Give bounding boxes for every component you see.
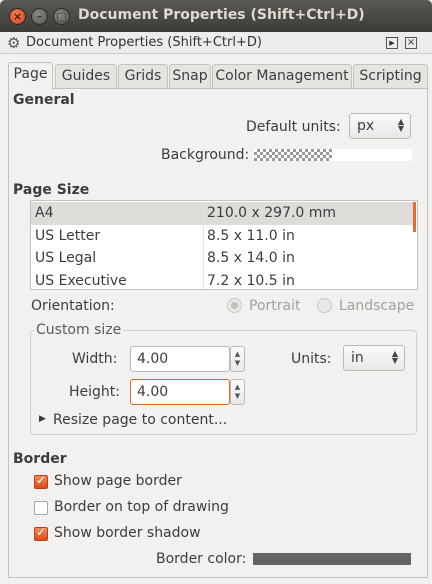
- window-minimize-button[interactable]: –: [31, 8, 48, 25]
- page-size-dimensions: 8.5 x 11.0 in: [207, 228, 295, 244]
- background-color-button[interactable]: [254, 149, 412, 161]
- page-size-dimensions: 7.2 x 10.5 in: [207, 273, 295, 289]
- tab-guides[interactable]: Guides: [55, 64, 117, 88]
- page-size-name: A4: [35, 205, 54, 221]
- tab-page[interactable]: Page: [8, 62, 53, 90]
- border-color-label: Border color:: [156, 551, 247, 567]
- column-separator: [203, 225, 204, 248]
- column-separator: [203, 202, 204, 225]
- expander-arrow-icon[interactable]: ▶: [39, 414, 46, 424]
- page-size-dimensions: 8.5 x 14.0 in: [207, 250, 295, 266]
- background-label: Background:: [161, 147, 250, 163]
- border-heading: Border: [13, 451, 67, 467]
- radio-dot: [231, 302, 238, 309]
- tab-bar: Page Guides Grids Snap Color Management …: [8, 62, 428, 90]
- dock-float-button[interactable]: ▶: [386, 37, 398, 49]
- window-maximize-button[interactable]: □: [53, 8, 70, 25]
- dock-header: ⚙ Document Properties (Shift+Ctrl+D) ▶ ×: [0, 32, 432, 54]
- page-size-list[interactable]: A4 210.0 x 297.0 mm US Letter 8.5 x 11.0…: [30, 200, 418, 290]
- width-label: Width:: [72, 351, 118, 367]
- dock-title: Document Properties (Shift+Ctrl+D): [26, 35, 262, 50]
- border-on-top-label: Border on top of drawing: [54, 499, 229, 515]
- list-item[interactable]: US Executive 7.2 x 10.5 in: [31, 270, 415, 289]
- window-close-button[interactable]: ×: [9, 8, 26, 25]
- close-icon: ×: [12, 10, 23, 23]
- page-size-name: US Executive: [35, 273, 127, 289]
- minimize-icon: –: [36, 10, 43, 23]
- default-units-select[interactable]: px ▲ ▼: [349, 113, 411, 139]
- window-title: Document Properties (Shift+Ctrl+D): [78, 7, 365, 23]
- list-item[interactable]: US Letter 8.5 x 11.0 in: [31, 225, 415, 248]
- white-swatch: [332, 149, 412, 161]
- page-size-dimensions: 210.0 x 297.0 mm: [207, 205, 337, 221]
- list-item[interactable]: US Legal 8.5 x 14.0 in: [31, 247, 415, 270]
- show-page-border-checkbox[interactable]: ✓: [34, 473, 48, 489]
- tab-grids[interactable]: Grids: [118, 64, 168, 88]
- list-scrollbar[interactable]: [413, 202, 416, 232]
- updown-arrows-icon: ▲ ▼: [391, 349, 398, 365]
- checkmark-icon: ✓: [36, 525, 47, 539]
- show-page-border-label: Show page border: [54, 473, 182, 489]
- orientation-label: Orientation:: [31, 298, 115, 314]
- tab-scripting[interactable]: Scripting: [353, 64, 428, 88]
- width-input[interactable]: 4.00: [130, 346, 230, 372]
- height-input[interactable]: 4.00: [130, 379, 230, 405]
- portrait-radio[interactable]: [227, 298, 242, 313]
- border-color-button[interactable]: [253, 553, 411, 565]
- width-stepper[interactable]: ▲ ▼: [230, 346, 245, 372]
- gear-icon: ⚙: [7, 34, 21, 52]
- custom-size-title: Custom size: [34, 322, 124, 338]
- tab-snap[interactable]: Snap: [169, 64, 211, 88]
- border-on-top-checkbox[interactable]: [34, 501, 48, 515]
- units-label: Units:: [291, 351, 332, 367]
- landscape-label: Landscape: [339, 298, 415, 314]
- height-label: Height:: [69, 384, 120, 400]
- units-value: in: [351, 350, 364, 366]
- dock-close-button[interactable]: ×: [405, 37, 417, 49]
- height-stepper[interactable]: ▲ ▼: [230, 379, 245, 405]
- default-units-label: Default units:: [246, 119, 341, 135]
- window-titlebar: × – □ Document Properties (Shift+Ctrl+D): [0, 0, 432, 32]
- maximize-icon: □: [56, 10, 67, 23]
- general-heading: General: [13, 92, 75, 108]
- checkerboard-swatch: [254, 149, 332, 161]
- column-separator: [203, 247, 204, 270]
- show-border-shadow-label: Show border shadow: [54, 525, 201, 541]
- portrait-label: Portrait: [249, 298, 301, 314]
- column-separator: [203, 270, 204, 289]
- landscape-radio[interactable]: [317, 298, 332, 313]
- show-border-shadow-checkbox[interactable]: ✓: [34, 525, 48, 541]
- resize-page-expander[interactable]: Resize page to content...: [53, 412, 227, 428]
- units-select[interactable]: in ▲ ▼: [343, 345, 405, 371]
- checkmark-icon: ✓: [36, 473, 47, 487]
- page-size-name: US Legal: [35, 250, 97, 266]
- updown-arrows-icon: ▲ ▼: [397, 117, 404, 133]
- default-units-value: px: [357, 118, 375, 134]
- page-size-heading: Page Size: [13, 182, 90, 198]
- list-item[interactable]: A4 210.0 x 297.0 mm: [31, 202, 415, 225]
- page-size-name: US Letter: [35, 228, 101, 244]
- tab-color-management[interactable]: Color Management: [212, 64, 352, 88]
